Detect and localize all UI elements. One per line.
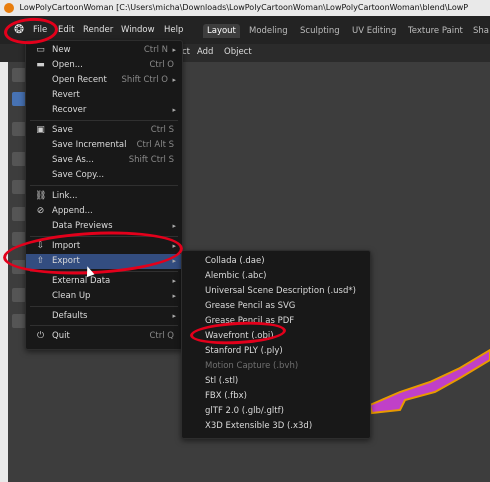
submenu-arrow-icon: ▸ — [172, 277, 176, 285]
power-icon: ⏻ — [36, 331, 45, 341]
menu-item-revert[interactable]: Revert — [26, 88, 182, 103]
menu-divider — [30, 325, 178, 326]
window-title: LowPolyCartoonWoman [C:\Users\micha\Down… — [19, 3, 469, 12]
window-title-bar: LowPolyCartoonWoman [C:\Users\micha\Down… — [0, 0, 490, 16]
select-tool-icon[interactable] — [12, 68, 26, 82]
menu-edit[interactable]: Edit — [58, 23, 74, 37]
file-menu: ▭ New Ctrl N ▸ ▬ Open... Ctrl O Open Rec… — [25, 40, 183, 350]
header-partial-select[interactable]: ct — [182, 47, 190, 57]
cursor-tool-icon[interactable] — [12, 92, 26, 106]
tab-modeling[interactable]: Modeling — [245, 24, 292, 38]
menu-item-link[interactable]: ⛓ Link... — [26, 189, 182, 204]
tab-texture-paint[interactable]: Texture Paint — [404, 24, 467, 38]
submenu-arrow-icon: ▸ — [172, 76, 176, 84]
menu-render[interactable]: Render — [83, 23, 113, 37]
submenu-arrow-icon: ▸ — [172, 292, 176, 300]
menu-item-save-as[interactable]: Save As... Shift Ctrl S — [26, 153, 182, 168]
menu-item-save-copy[interactable]: Save Copy... — [26, 168, 182, 183]
transform-tool-icon[interactable] — [12, 207, 26, 221]
export-gltf[interactable]: glTF 2.0 (.glb/.gltf) — [182, 404, 370, 419]
menu-item-defaults[interactable]: Defaults ▸ — [26, 309, 182, 324]
menu-window[interactable]: Window — [121, 23, 155, 37]
export-x3d[interactable]: X3D Extensible 3D (.x3d) — [182, 419, 370, 434]
folder-icon: ▬ — [36, 60, 45, 70]
menu-item-new[interactable]: ▭ New Ctrl N ▸ — [26, 43, 182, 58]
rotate-tool-icon[interactable] — [12, 152, 26, 166]
submenu-arrow-icon: ▸ — [172, 46, 176, 54]
menu-item-quit[interactable]: ⏻ Quit Ctrl Q — [26, 329, 182, 344]
menu-divider — [30, 185, 178, 186]
export-submenu: Collada (.dae) Alembic (.abc) Universal … — [181, 250, 371, 439]
link-icon: ⛓ — [35, 191, 47, 201]
blender-app-icon — [4, 2, 14, 13]
model-mesh — [368, 348, 490, 415]
tab-uv-editing[interactable]: UV Editing — [348, 24, 400, 38]
export-grease-pencil-svg[interactable]: Grease Pencil as SVG — [182, 299, 370, 314]
export-fbx[interactable]: FBX (.fbx) — [182, 389, 370, 404]
export-stanford-ply[interactable]: Stanford PLY (.ply) — [182, 344, 370, 359]
header-object-menu[interactable]: Object — [224, 47, 252, 57]
export-collada[interactable]: Collada (.dae) — [182, 254, 370, 269]
menu-item-clean-up[interactable]: Clean Up ▸ — [26, 289, 182, 304]
new-file-icon: ▭ — [36, 45, 45, 55]
export-usd[interactable]: Universal Scene Description (.usd*) — [182, 284, 370, 299]
submenu-arrow-icon: ▸ — [172, 106, 176, 114]
menu-item-recover[interactable]: Recover ▸ — [26, 103, 182, 118]
menu-item-open[interactable]: ▬ Open... Ctrl O — [26, 58, 182, 73]
tab-sculpting[interactable]: Sculpting — [296, 24, 344, 38]
ruler-tool-icon[interactable] — [12, 288, 26, 302]
header-add-menu[interactable]: Add — [197, 47, 213, 57]
menu-divider — [30, 120, 178, 121]
export-alembic[interactable]: Alembic (.abc) — [182, 269, 370, 284]
menu-item-open-recent[interactable]: Open Recent Shift Ctrl O ▸ — [26, 73, 182, 88]
menu-item-external-data[interactable]: External Data ▸ — [26, 274, 182, 289]
submenu-arrow-icon: ▸ — [172, 222, 176, 230]
move-tool-icon[interactable] — [12, 122, 26, 136]
menu-help[interactable]: Help — [164, 23, 183, 37]
menu-item-append[interactable]: ⊘ Append... — [26, 204, 182, 219]
menu-item-save[interactable]: ▣ Save Ctrl S — [26, 123, 182, 138]
tab-layout[interactable]: Layout — [203, 24, 240, 38]
export-stl[interactable]: Stl (.stl) — [182, 374, 370, 389]
tab-shading[interactable]: Sha — [469, 24, 490, 38]
add-cube-tool-icon[interactable] — [12, 314, 26, 328]
menu-item-save-incremental[interactable]: Save Incremental Ctrl Alt S — [26, 138, 182, 153]
scale-tool-icon[interactable] — [12, 180, 26, 194]
menu-divider — [30, 306, 178, 307]
submenu-arrow-icon: ▸ — [172, 312, 176, 320]
save-icon: ▣ — [36, 125, 45, 135]
append-icon: ⊘ — [36, 206, 45, 216]
export-motion-capture: Motion Capture (.bvh) — [205, 361, 299, 371]
